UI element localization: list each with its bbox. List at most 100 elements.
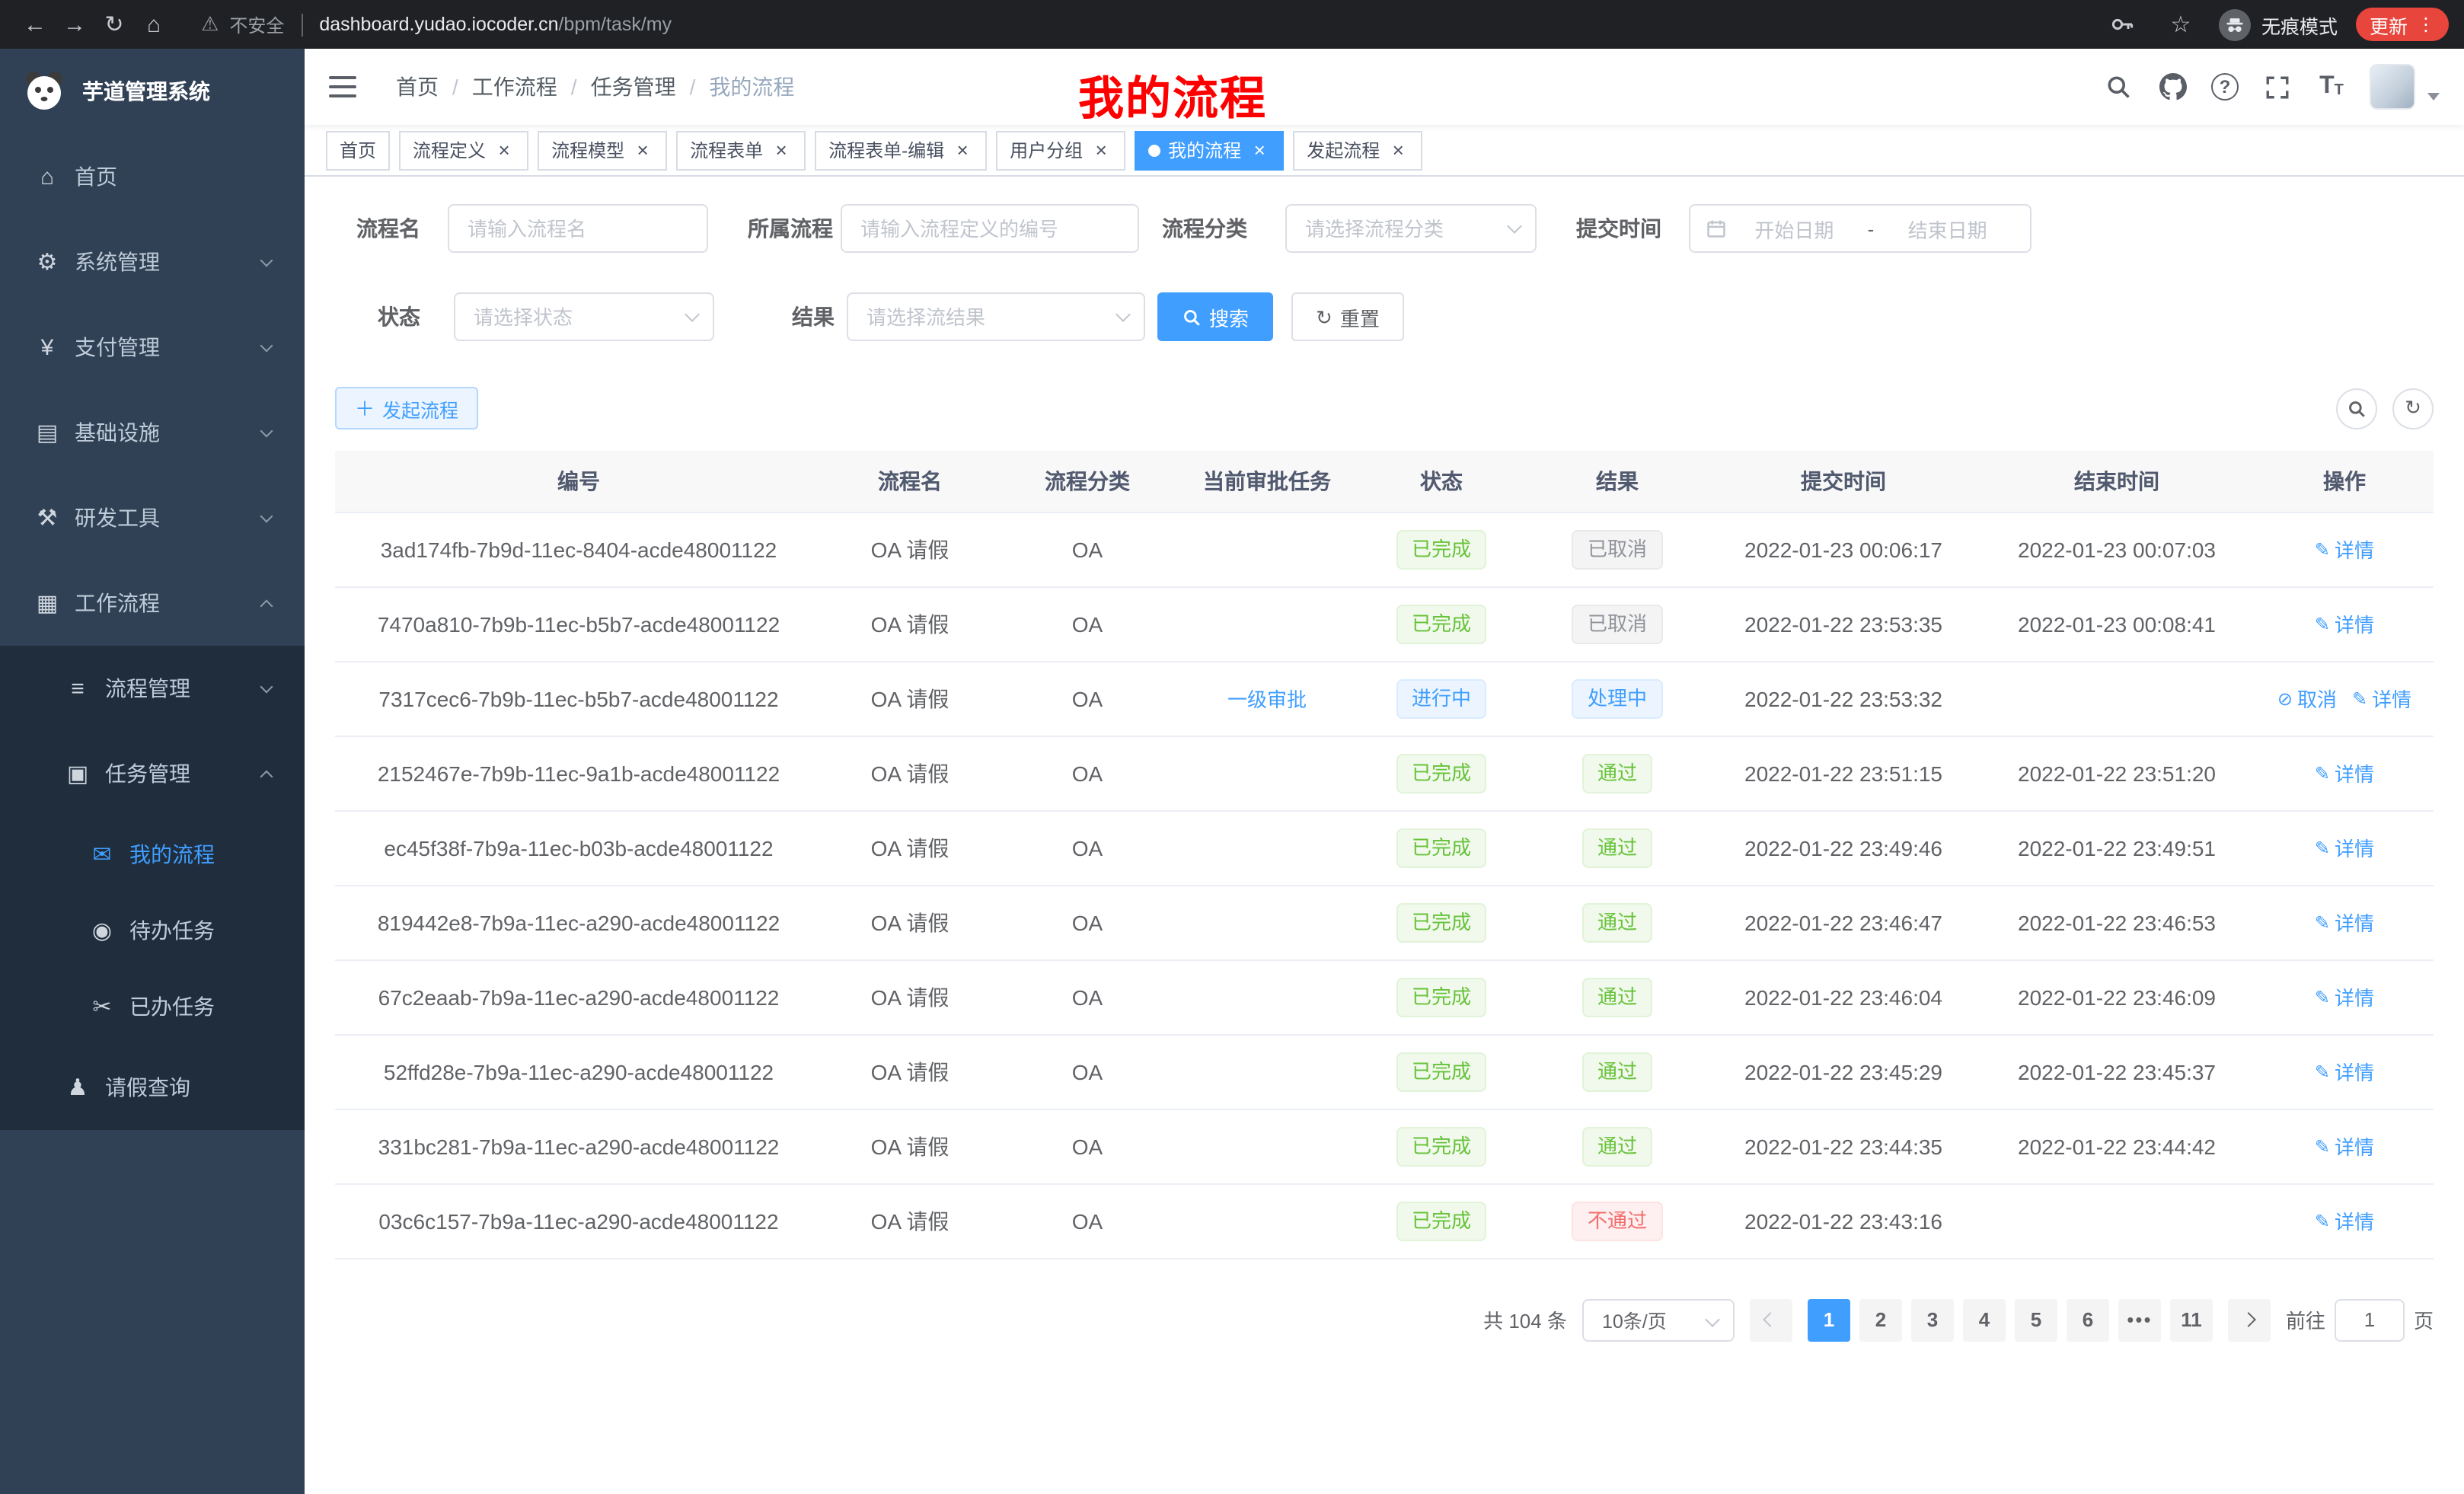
breadcrumb-item[interactable]: 首页 xyxy=(396,72,439,102)
cancel-link[interactable]: ⊘取消 xyxy=(2277,684,2337,713)
github-icon[interactable] xyxy=(2156,70,2190,104)
view-tab[interactable]: 发起流程× xyxy=(1293,130,1422,170)
page-button[interactable]: 1 xyxy=(1808,1298,1850,1341)
cell-name: OA 请假 xyxy=(822,512,997,586)
page-button[interactable]: 2 xyxy=(1859,1298,1902,1341)
next-page-button[interactable] xyxy=(2228,1298,2271,1341)
reload-icon[interactable]: ↻ xyxy=(94,5,134,44)
sidebar-item[interactable]: ▤基础设施 xyxy=(0,390,305,475)
process-name-input[interactable] xyxy=(448,204,708,253)
fullscreen-icon[interactable] xyxy=(2260,70,2293,104)
browser-update-button[interactable]: 更新 ⋮ xyxy=(2356,8,2449,41)
prev-page-button[interactable] xyxy=(1750,1298,1792,1341)
cell-category: OA xyxy=(997,1183,1177,1258)
create-process-button[interactable]: ＋ 发起流程 xyxy=(335,387,478,429)
address-bar[interactable]: ⚠ 不安全 dashboard.yudao.iocoder.cn/bpm/tas… xyxy=(201,11,672,37)
chevron-down-icon[interactable] xyxy=(2427,92,2440,100)
detail-link[interactable]: ✎详情 xyxy=(2315,982,2374,1011)
help-icon[interactable]: ? xyxy=(2211,73,2239,101)
status-badge: 已完成 xyxy=(1396,902,1486,942)
result-select[interactable] xyxy=(847,292,1145,341)
detail-link[interactable]: ✎详情 xyxy=(2315,833,2374,862)
submit-time-range[interactable]: 开始日期 - 结束日期 xyxy=(1689,204,2032,253)
close-icon[interactable]: × xyxy=(952,140,973,160)
view-tab[interactable]: 流程定义× xyxy=(399,130,528,170)
result-select-input[interactable] xyxy=(847,292,1145,341)
close-icon[interactable]: × xyxy=(771,140,792,160)
search-icon[interactable] xyxy=(2102,70,2135,104)
task-link[interactable]: 一级审批 xyxy=(1227,684,1307,713)
page-button[interactable]: 4 xyxy=(1963,1298,2006,1341)
sidebar-item[interactable]: ✂已办任务 xyxy=(0,969,305,1045)
payment-icon: ¥ xyxy=(30,334,64,360)
back-icon[interactable]: ← xyxy=(15,5,55,44)
view-tab[interactable]: 流程模型× xyxy=(538,130,667,170)
cell-end-time xyxy=(1978,661,2255,736)
page-button[interactable]: 11 xyxy=(2170,1298,2213,1341)
sidebar-item[interactable]: ✉我的流程 xyxy=(0,816,305,892)
status-select-input[interactable] xyxy=(454,292,714,341)
view-tab[interactable]: 用户分组× xyxy=(996,130,1125,170)
home-button-icon[interactable]: ⌂ xyxy=(134,5,174,44)
breadcrumb-item[interactable]: 任务管理 xyxy=(591,72,676,102)
close-icon[interactable]: × xyxy=(493,140,515,160)
page-size-select[interactable] xyxy=(1582,1298,1735,1341)
process-row: 819442e8-7b9a-11ec-a290-acde48001122OA 请… xyxy=(335,885,2434,959)
view-tab[interactable]: 流程表单-编辑× xyxy=(815,130,987,170)
breadcrumb-item[interactable]: 工作流程 xyxy=(472,72,557,102)
detail-link[interactable]: ✎详情 xyxy=(2315,758,2374,787)
goto-page-input[interactable] xyxy=(2335,1298,2405,1341)
close-icon[interactable]: × xyxy=(1249,140,1270,160)
user-avatar[interactable] xyxy=(2370,64,2415,110)
detail-link[interactable]: ✎详情 xyxy=(2315,1132,2374,1160)
page-more-button[interactable]: ••• xyxy=(2118,1298,2161,1341)
reset-button[interactable]: ↻ 重置 xyxy=(1291,292,1404,341)
detail-link[interactable]: ✎详情 xyxy=(2315,609,2374,638)
page-button[interactable]: 6 xyxy=(2067,1298,2109,1341)
status-badge: 已完成 xyxy=(1396,977,1486,1017)
font-size-icon[interactable]: TT xyxy=(2315,70,2348,104)
sidebar-item[interactable]: ¥支付管理 xyxy=(0,305,305,390)
cell-end-time: 2022-01-22 23:46:09 xyxy=(1978,959,2255,1034)
sidebar-item[interactable]: ▣任务管理 xyxy=(0,731,305,816)
sidebar-item[interactable]: ▦工作流程 xyxy=(0,560,305,646)
security-label[interactable]: 不安全 xyxy=(229,11,284,37)
category-select[interactable] xyxy=(1285,204,1537,253)
password-key-icon[interactable] xyxy=(2103,5,2143,44)
sidebar-toggle-icon[interactable] xyxy=(329,76,356,97)
bookmark-star-icon[interactable]: ☆ xyxy=(2161,5,2201,44)
detail-link[interactable]: ✎详情 xyxy=(2315,908,2374,937)
refresh-table-button[interactable]: ↻ xyxy=(2392,388,2434,429)
search-button[interactable]: 搜索 xyxy=(1157,292,1273,341)
sidebar-item[interactable]: ⌂首页 xyxy=(0,134,305,219)
browser-chrome: ← → ↻ ⌂ ⚠ 不安全 dashboard.yudao.iocoder.cn… xyxy=(0,0,2464,49)
app-logo-row[interactable]: 芋道管理系统 xyxy=(0,49,305,134)
sidebar-item[interactable]: ⚒研发工具 xyxy=(0,475,305,560)
cell-result: 通过 xyxy=(1526,885,1709,959)
sidebar-item[interactable]: ≡流程管理 xyxy=(0,646,305,731)
view-tab[interactable]: 我的流程× xyxy=(1135,130,1284,170)
detail-link[interactable]: ✎详情 xyxy=(2352,684,2411,713)
close-icon[interactable]: × xyxy=(632,140,653,160)
view-tab[interactable]: 流程表单× xyxy=(676,130,806,170)
url-text[interactable]: dashboard.yudao.iocoder.cn/bpm/task/my xyxy=(319,14,672,35)
process-row: 7470a810-7b9b-11ec-b5b7-acde48001122OA 请… xyxy=(335,586,2434,661)
sidebar-item[interactable]: ⚙系统管理 xyxy=(0,219,305,305)
process-definition-input[interactable] xyxy=(841,204,1139,253)
sidebar-item[interactable]: ◉待办任务 xyxy=(0,892,305,969)
view-tab[interactable]: 首页 xyxy=(326,130,390,170)
page-button[interactable]: 3 xyxy=(1911,1298,1954,1341)
detail-link[interactable]: ✎详情 xyxy=(2315,1057,2374,1086)
close-icon[interactable]: × xyxy=(1387,140,1409,160)
page-button[interactable]: 5 xyxy=(2015,1298,2057,1341)
cell-status: 已完成 xyxy=(1357,810,1526,885)
menu-dots-icon[interactable]: ⋮ xyxy=(2417,14,2435,35)
detail-link[interactable]: ✎详情 xyxy=(2315,535,2374,563)
category-select-input[interactable] xyxy=(1285,204,1537,253)
toggle-search-button[interactable] xyxy=(2336,388,2377,429)
forward-icon[interactable]: → xyxy=(55,5,94,44)
sidebar-item[interactable]: ♟请假查询 xyxy=(0,1045,305,1130)
status-select[interactable] xyxy=(454,292,714,341)
detail-link[interactable]: ✎详情 xyxy=(2315,1206,2374,1235)
close-icon[interactable]: × xyxy=(1090,140,1112,160)
